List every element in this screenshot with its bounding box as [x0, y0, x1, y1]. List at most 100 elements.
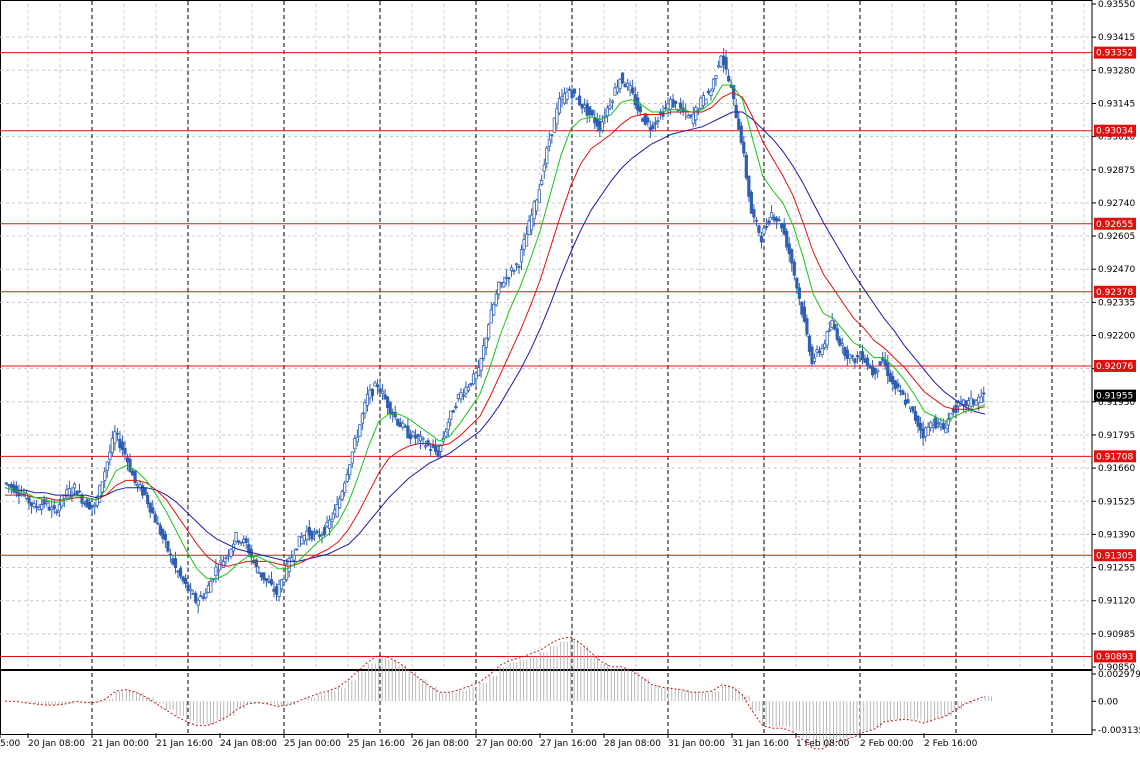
candle-body	[838, 338, 842, 346]
candle-body	[393, 411, 397, 418]
candle-body	[608, 105, 612, 109]
candle-body	[638, 106, 642, 113]
candle-body	[716, 65, 721, 68]
candle-body	[924, 427, 928, 437]
candle-body	[714, 75, 718, 80]
level-label: 0.92655	[1096, 220, 1133, 230]
candle-body	[100, 481, 104, 493]
candle-body	[370, 388, 375, 397]
candle-body	[643, 113, 647, 125]
candle-body	[315, 530, 319, 534]
candle-body	[474, 372, 478, 380]
candle-body	[855, 355, 860, 358]
candle-body	[67, 488, 72, 498]
candle-body	[820, 347, 824, 356]
osc-frame	[0, 670, 1093, 735]
candle-body	[406, 425, 410, 439]
candle-body	[709, 90, 713, 96]
candle-body	[242, 538, 246, 543]
candle-body	[345, 474, 349, 482]
candle-body	[535, 199, 539, 212]
candle-body	[272, 588, 276, 592]
candle-body	[641, 118, 645, 122]
candle-body	[666, 103, 670, 110]
candle-body	[434, 445, 438, 452]
chart-canvas[interactable]: 0.935500.934150.932800.931450.930100.928…	[0, 0, 1140, 757]
candle-body	[479, 357, 483, 371]
candle-body	[418, 435, 423, 442]
price-chart[interactable]: 0.93550 0.93415 0.93280 0.93145 0.93010 0.928…	[0, 0, 1140, 757]
candle-body	[428, 449, 433, 451]
candle-body	[287, 557, 291, 572]
level-label: 0.93352	[1096, 49, 1133, 59]
candle-body	[782, 222, 786, 235]
candle-body	[72, 483, 77, 489]
candle-body	[426, 440, 430, 446]
candle-body	[330, 518, 334, 522]
candle-body	[759, 235, 764, 243]
candle-body	[446, 421, 450, 430]
candle-body	[40, 504, 44, 510]
candle-body	[451, 410, 455, 413]
candle-body	[532, 201, 536, 220]
candle-body	[610, 100, 615, 103]
candle-body	[237, 540, 241, 543]
candle-body	[269, 579, 274, 585]
level-label: 0.92076	[1096, 362, 1133, 372]
candle-body	[969, 397, 973, 407]
candle-body	[464, 386, 468, 394]
candle-body	[585, 103, 589, 116]
candle-body	[802, 306, 807, 322]
candle-body	[767, 220, 771, 225]
candle-body	[517, 265, 521, 268]
candle-body	[29, 502, 34, 507]
candle-body	[823, 343, 827, 348]
candle-body	[360, 413, 364, 424]
candle-body	[648, 126, 652, 131]
candle-body	[108, 451, 112, 461]
candle-body	[143, 487, 147, 495]
candle-body	[936, 421, 940, 424]
candle-body	[125, 457, 130, 463]
candle-body	[343, 482, 347, 493]
candle-body	[262, 572, 266, 581]
candle-body	[817, 350, 822, 354]
candle-body	[128, 458, 132, 472]
candle-body	[386, 396, 390, 408]
candle-body	[224, 557, 228, 560]
candle-body	[615, 86, 620, 93]
candle-body	[860, 351, 865, 361]
candle-body	[578, 95, 582, 106]
candle-body	[658, 112, 663, 115]
candle-body	[436, 450, 440, 457]
candle-body	[704, 98, 708, 105]
candle-body	[302, 534, 306, 541]
candle-body	[461, 394, 466, 397]
candle-body	[825, 331, 829, 346]
candle-body	[706, 90, 711, 94]
candle-body	[724, 57, 728, 70]
candle-body	[752, 209, 756, 218]
candle-body	[769, 212, 774, 218]
candle-body	[883, 359, 887, 366]
candle-body	[843, 346, 847, 356]
candle-body	[431, 444, 435, 448]
candle-body	[358, 424, 362, 437]
candle-body	[810, 346, 814, 365]
candle-body	[423, 445, 428, 448]
candle-body	[148, 502, 152, 513]
candle-body	[469, 383, 473, 386]
price-tick-label: 0.93415	[1098, 33, 1135, 43]
time-tick-label: 27 Jan 00:00	[476, 739, 533, 749]
candle-body	[32, 503, 36, 508]
horizontal-levels	[0, 52, 1092, 657]
candle-body	[348, 464, 352, 476]
candle-body	[691, 113, 695, 125]
candle-body	[292, 554, 296, 561]
candle-body	[929, 422, 933, 429]
candle-body	[982, 392, 986, 395]
candle-body	[90, 504, 94, 508]
candle-body	[618, 78, 622, 89]
time-tick-label: 25 Jan 00:00	[284, 739, 341, 749]
candle-body	[146, 494, 150, 505]
